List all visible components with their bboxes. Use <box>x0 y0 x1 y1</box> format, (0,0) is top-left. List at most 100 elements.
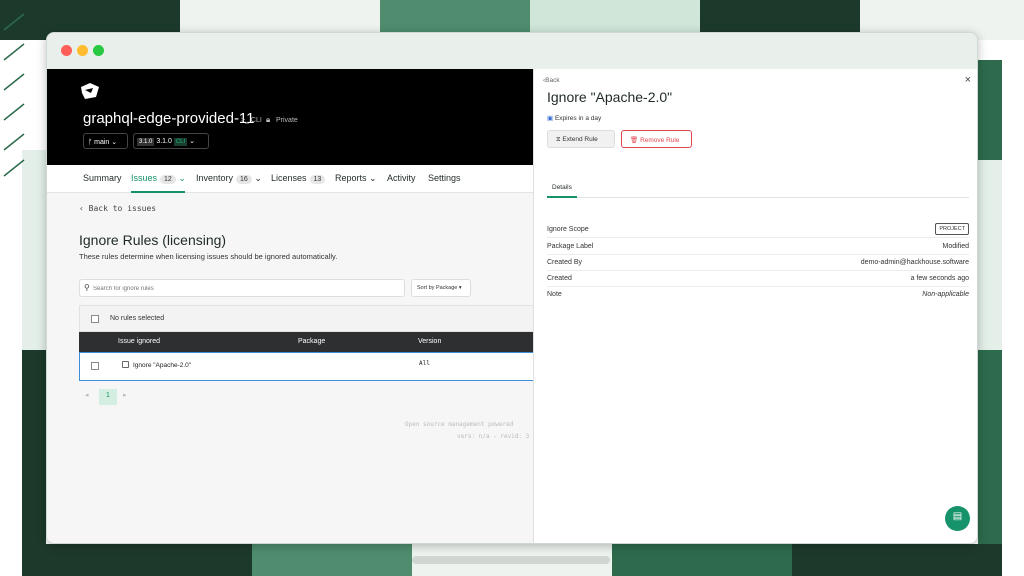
branch-name: main <box>94 139 110 146</box>
page-subtitle: These rules determine when licensing iss… <box>79 252 338 261</box>
search-box[interactable]: ⚲ <box>79 279 405 297</box>
tab-licenses-label: Licenses <box>271 173 307 183</box>
detail-label: Package Label <box>547 243 594 250</box>
version-selector[interactable]: 3.1.0 3.1.0 CLI ⌄ <box>133 133 209 149</box>
table-header: Issue ignored Package Version <box>79 332 533 352</box>
search-input[interactable] <box>93 283 393 294</box>
sort-dropdown[interactable]: Sort by Package ▾ <box>411 279 471 297</box>
tab-reports[interactable]: Reports ⌄ <box>335 173 377 184</box>
background-stripe <box>412 556 610 564</box>
table-row[interactable]: Ignore "Apache-2.0" All <box>79 352 533 381</box>
remove-rule-button[interactable]: 🗑︎ Remove Rule <box>621 130 692 148</box>
issue-ignored-cell: Ignore "Apache-2.0" <box>133 362 192 369</box>
detail-label: Created By <box>547 259 583 266</box>
tab-issues[interactable]: Issues 12 ⌄ <box>131 173 186 184</box>
maximize-window-button[interactable] <box>93 45 104 56</box>
background-panel <box>22 350 46 576</box>
column-header-package: Package <box>298 338 326 345</box>
back-to-issues-link[interactable]: ‹ Back to issues <box>79 204 156 213</box>
column-header-issue: Issue ignored <box>118 338 161 345</box>
chat-button[interactable]: ▤ <box>945 506 970 531</box>
licenses-count-badge: 13 <box>309 175 326 184</box>
tab-details[interactable]: Details <box>552 184 572 191</box>
row-checkbox[interactable] <box>91 362 99 370</box>
window-titlebar <box>47 33 977 69</box>
extend-rule-button[interactable]: ⧖ Extend Rule <box>547 130 615 148</box>
close-icon[interactable]: × <box>965 74 971 86</box>
trash-icon: 🗑︎ <box>630 137 639 144</box>
extend-rule-label: Extend Rule <box>562 136 598 143</box>
detail-row-scope: Ignore Scope PROJECT <box>547 222 969 238</box>
tab-summary[interactable]: Summary <box>83 173 122 183</box>
page-number[interactable]: 1 <box>99 389 117 405</box>
expiry-label: Expires in a day <box>554 115 602 122</box>
scope-badge: PROJECT <box>935 223 969 235</box>
back-to-issues-label: Back to issues <box>88 204 157 213</box>
panel-title: Ignore "Apache-2.0" <box>547 89 673 105</box>
lock-icon: 🔒︎ <box>266 115 271 124</box>
detail-row-created-by: Created By demo-admin@hackhouse.software <box>547 255 969 271</box>
panel-back-label: Back <box>545 77 560 84</box>
detail-row-package-label: Package Label Modified <box>547 239 969 255</box>
footer-powered-text: Open source management powered <box>405 421 514 428</box>
background-panel <box>978 60 1002 160</box>
project-nav: Summary Issues 12 ⌄ Inventory 16 ⌄ License… <box>47 165 533 193</box>
page-title: Ignore Rules (licensing) <box>79 232 227 248</box>
branch-icon: ᚠ <box>88 139 93 146</box>
background-panel <box>978 160 1002 350</box>
remove-rule-label: Remove Rule <box>640 137 680 144</box>
tab-inventory-label: Inventory <box>196 173 234 183</box>
caret-down-icon: ▾ <box>458 285 462 291</box>
version-cell: All <box>419 360 430 367</box>
background-panel <box>612 544 792 576</box>
tab-licenses[interactable]: Licenses 13 <box>271 173 326 184</box>
tab-settings[interactable]: Settings <box>428 173 461 183</box>
version-tag: CLI <box>173 138 188 146</box>
panel-back-link[interactable]: ‹Back <box>543 77 560 84</box>
background-panel <box>978 350 1002 576</box>
active-tab-indicator <box>547 196 577 198</box>
detail-value: a few seconds ago <box>910 275 969 282</box>
chat-icon: ▤ <box>952 511 963 522</box>
detail-value: demo-admin@hackhouse.software <box>860 259 969 266</box>
version-label: 3.1.0 <box>156 138 172 145</box>
chevron-left-icon: ‹ <box>79 204 84 213</box>
search-icon: ⚲ <box>84 283 90 292</box>
detail-value: Modified <box>942 243 969 250</box>
visibility-label: Private <box>276 117 298 124</box>
footer-version-text: vers: n/a - revid: 3 <box>457 433 530 440</box>
chevron-down-icon: ⌄ <box>189 138 196 145</box>
calendar-icon: ▣ <box>547 115 554 122</box>
detail-row-note: Note Non-applicable <box>547 287 969 303</box>
branch-selector[interactable]: ᚠ main ⌄ <box>83 133 128 149</box>
inventory-count-badge: 16 <box>236 175 252 184</box>
background-panel <box>22 544 252 576</box>
project-header: graphql-edge-provided-11 >_ CLI 🔒︎ Priva… <box>47 69 533 165</box>
expiry-info: ▣ Expires in a day <box>547 114 601 122</box>
next-page-icon[interactable]: ▸ <box>123 391 127 399</box>
repo-name: graphql-edge-provided-11 <box>83 110 255 127</box>
background-panel <box>792 544 1002 576</box>
chevron-down-icon: ⌄ <box>111 139 118 146</box>
cli-tag: >_ CLI <box>241 117 262 124</box>
tab-activity[interactable]: Activity <box>387 173 416 183</box>
detail-label: Note <box>547 291 562 298</box>
screen: graphql-edge-provided-11 >_ CLI 🔒︎ Priva… <box>0 0 1024 576</box>
tab-inventory[interactable]: Inventory 16 ⌄ <box>196 173 262 184</box>
select-all-checkbox[interactable] <box>91 315 99 323</box>
details-tabbar <box>547 197 969 198</box>
chevron-down-icon: ⌄ <box>254 173 262 183</box>
minimize-window-button[interactable] <box>77 45 88 56</box>
close-window-button[interactable] <box>61 45 72 56</box>
background-panel <box>22 150 46 350</box>
sort-label: Sort by Package <box>417 285 458 291</box>
version-badge: 3.1.0 <box>137 138 155 146</box>
tab-issues-label: Issues <box>131 173 158 183</box>
main-content: ‹ Back to issues Ignore Rules (licensing… <box>47 193 533 543</box>
ignore-rule-icon <box>122 361 129 368</box>
previous-page-icon[interactable]: ◂ <box>85 391 89 399</box>
issues-count-badge: 12 <box>160 175 176 184</box>
background-panel <box>252 544 412 576</box>
logo-icon <box>81 83 99 99</box>
extend-icon: ⧖ <box>556 136 561 143</box>
